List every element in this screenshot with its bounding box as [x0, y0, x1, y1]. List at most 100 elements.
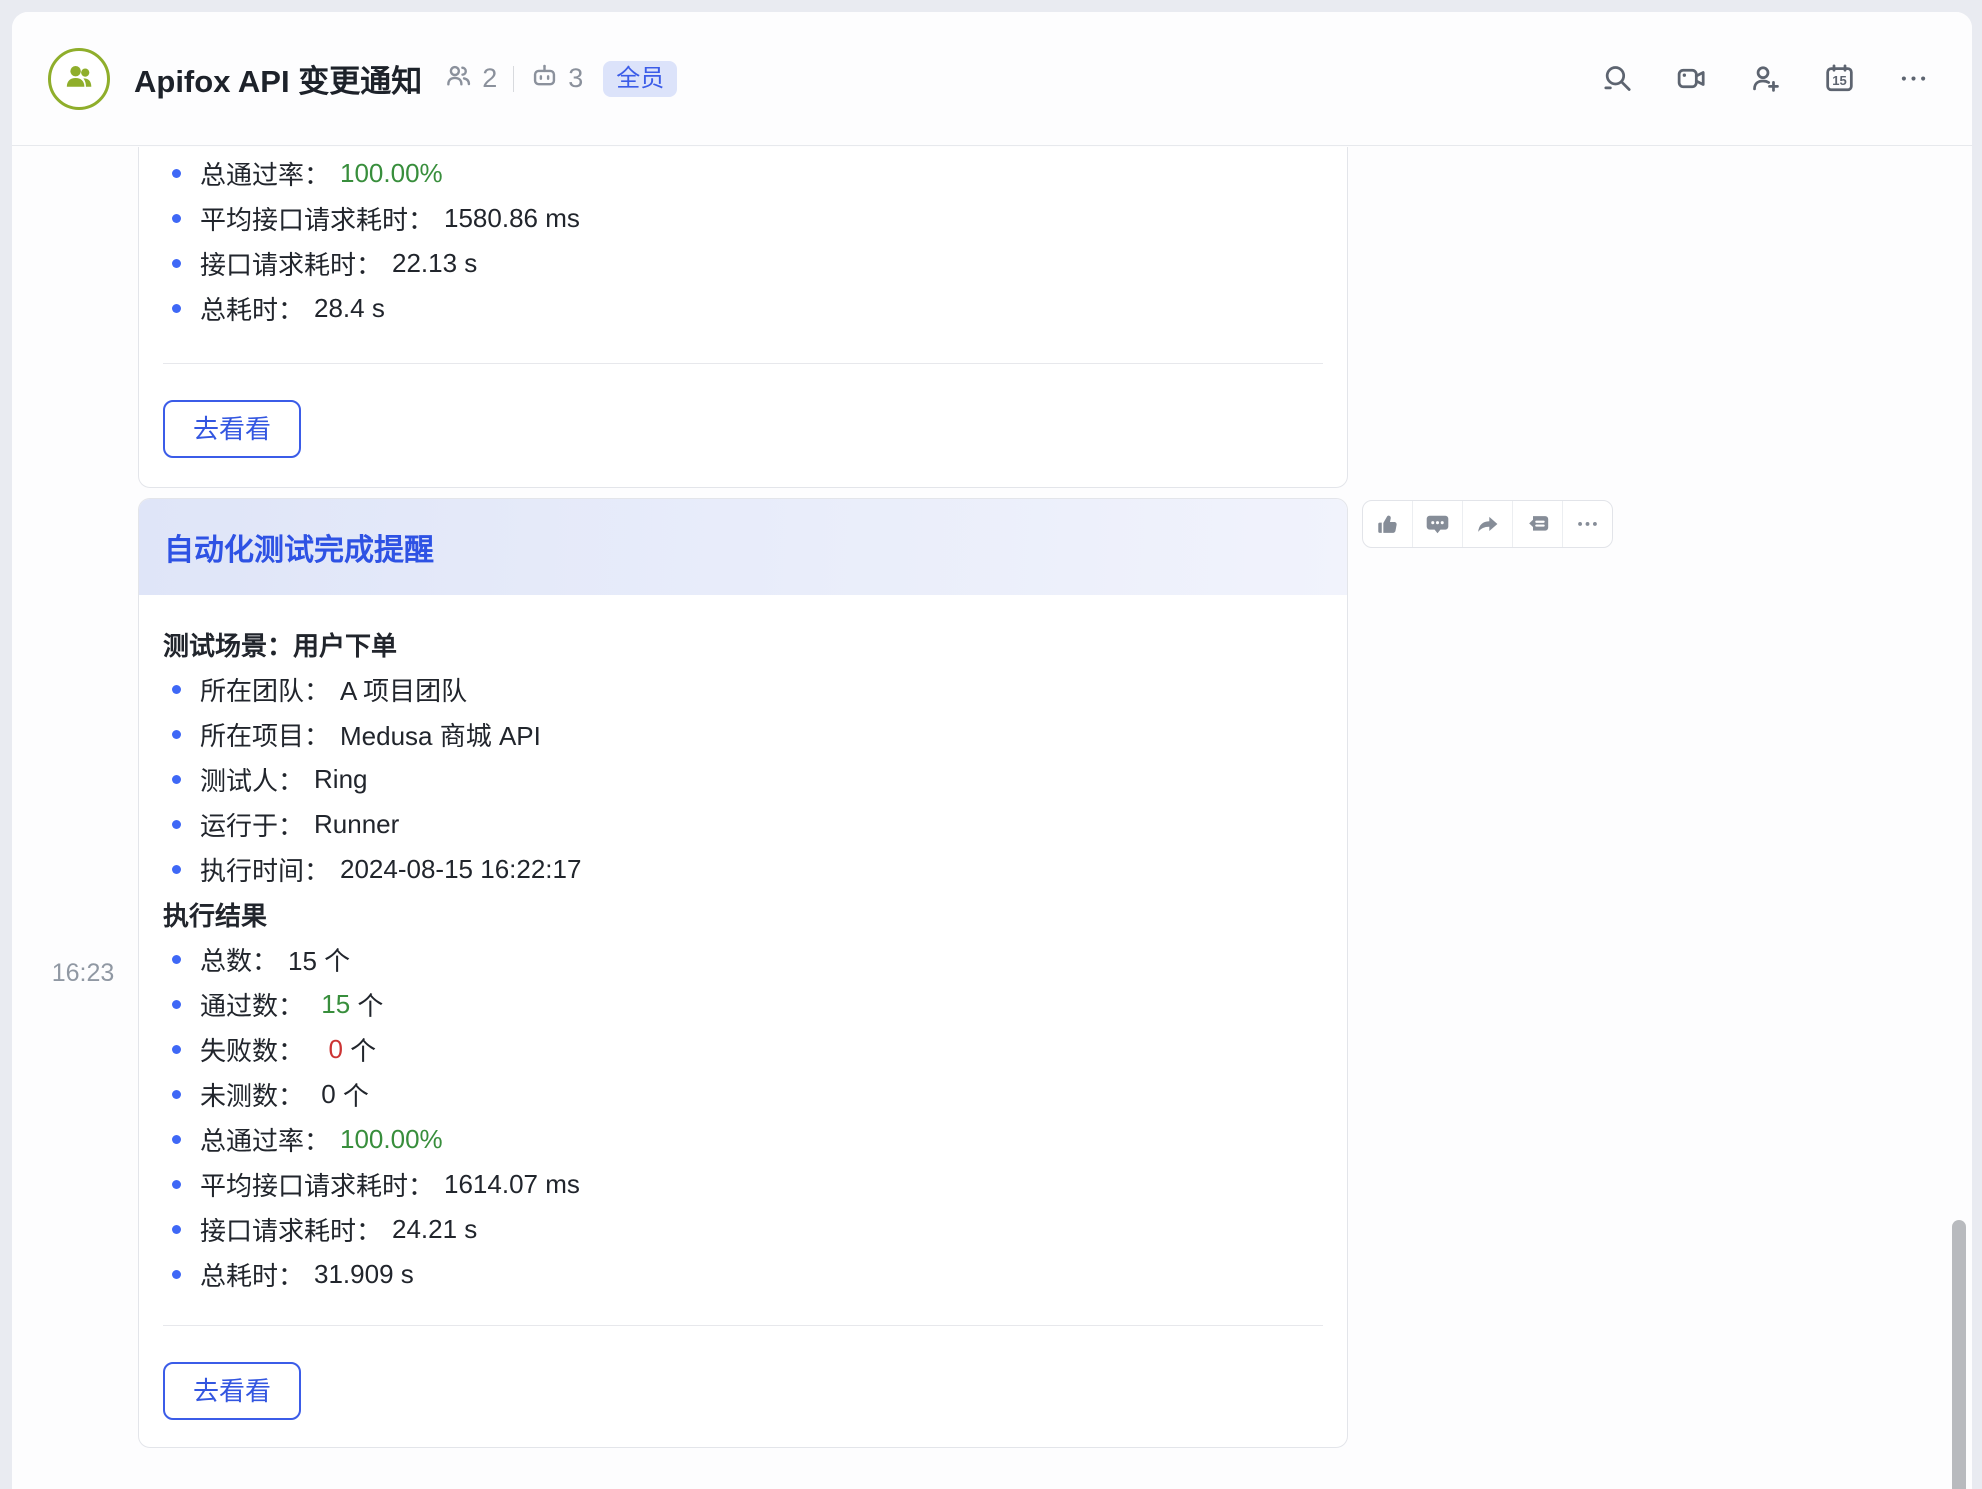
list-item: 平均接口请求耗时：1580.86 ms [163, 196, 1323, 241]
list-item: 平均接口请求耗时：1614.07 ms [163, 1162, 1323, 1207]
item-value: 15 个 [288, 941, 350, 978]
bot-count-value: 3 [568, 63, 583, 94]
list-item: 总耗时： 31.909 s [163, 1252, 1323, 1297]
item-label: 平均接口请求耗时： [200, 200, 434, 237]
group-people-icon [62, 59, 96, 98]
item-value-unit: 个 [350, 986, 383, 1023]
calendar-day-label: 15 [1832, 73, 1847, 88]
item-value: 28.4 s [314, 293, 385, 324]
item-value: 0 [314, 1034, 343, 1065]
message-list: 16:23 总通过率：100.00%平均接口请求耗时：1580.86 ms接口请… [12, 147, 1972, 1489]
quote-reply-icon[interactable] [1512, 501, 1562, 547]
more-icon[interactable] [1897, 62, 1930, 95]
result-list: 总通过率： 100.00% 平均接口请求耗时：1580.86 ms 接口请求耗时： 22… [163, 151, 1323, 331]
list-item: 所在团队： A 项目团队 [163, 667, 1323, 712]
item-label: 总通过率： [200, 155, 330, 192]
bullet-icon [172, 865, 181, 874]
chat-window: Apifox API 变更通知 2 [12, 12, 1972, 1489]
item-label: 所在项目： [200, 716, 330, 753]
list-item: 接口请求耗时： 22.13 s [163, 241, 1323, 286]
item-value: 100.00% [340, 158, 443, 189]
go-see-button[interactable]: 去看看 [163, 1362, 301, 1420]
item-value: 100.00% [340, 1124, 443, 1155]
list-item: 所在项目： Medusa 商城 API [163, 712, 1323, 757]
search-icon[interactable] [1601, 62, 1634, 95]
message-card-automation-test: 自动化测试完成提醒 测试场景：用户下单 所在团队： A 项目团队所在项目： Medu… [138, 498, 1348, 1448]
item-label: 所在团队： [200, 671, 330, 708]
info-list: 所在团队： A 项目团队所在项目： Medusa 商城 API 测试人： Ring 运行于… [163, 667, 1323, 892]
result-title: 执行结果 [163, 892, 1323, 937]
members-icon [444, 61, 473, 97]
item-value: 0 [314, 1079, 336, 1110]
message-timestamp: 16:23 [42, 959, 124, 988]
item-label: 接口请求耗时： [200, 1211, 382, 1248]
list-item: 通过数： 15 个 [163, 982, 1323, 1027]
forward-icon[interactable] [1462, 501, 1512, 547]
item-value: 15 [314, 989, 350, 1020]
thumbs-up-icon[interactable] [1363, 501, 1412, 547]
item-label: 接口请求耗时： [200, 245, 382, 282]
bullet-icon [172, 1000, 181, 1009]
list-item: 接口请求耗时：24.21 s [163, 1207, 1323, 1252]
list-item: 总通过率： 100.00% [163, 1117, 1323, 1162]
header-actions: 15 [1601, 62, 1930, 95]
bullet-icon [172, 685, 181, 694]
bot-count[interactable]: 3 [530, 61, 583, 97]
item-value: 1614.07 ms [444, 1169, 580, 1200]
message-hover-toolbar [1362, 500, 1613, 548]
more-icon[interactable] [1562, 501, 1612, 547]
bullet-icon [172, 955, 181, 964]
bullet-icon [172, 1045, 181, 1054]
member-count[interactable]: 2 [444, 61, 497, 97]
item-label: 总耗时： [200, 1256, 304, 1293]
bullet-icon [172, 169, 181, 178]
calendar-icon[interactable]: 15 [1823, 62, 1856, 95]
list-item: 未测数： 0 个 [163, 1072, 1323, 1117]
bullet-icon [172, 820, 181, 829]
item-value: 31.909 s [314, 1259, 414, 1290]
message-card-test-summary-top: 总通过率： 100.00% 平均接口请求耗时：1580.86 ms 接口请求耗时： 22… [138, 147, 1348, 488]
item-label: 总通过率： [200, 1121, 330, 1158]
item-value: A 项目团队 [340, 671, 467, 708]
scrollbar-thumb[interactable] [1952, 1220, 1966, 1489]
chat-meta: 2 3 [444, 61, 583, 97]
bullet-icon [172, 1270, 181, 1279]
item-value-unit: 个 [343, 1031, 376, 1068]
list-item: 总通过率： 100.00% [163, 151, 1323, 196]
robot-icon [530, 61, 559, 97]
chat-header: Apifox API 变更通知 2 [12, 12, 1972, 146]
item-value: Medusa 商城 API [340, 716, 541, 753]
item-value-unit: 个 [336, 1076, 369, 1113]
member-count-value: 2 [482, 63, 497, 94]
bullet-icon [172, 730, 181, 739]
item-value: Ring [314, 764, 367, 795]
list-item: 失败数： 0 个 [163, 1027, 1323, 1072]
list-item: 执行时间：2024-08-15 16:22:17 [163, 847, 1323, 892]
item-label: 失败数： [200, 1031, 304, 1068]
item-label: 测试人： [200, 761, 304, 798]
bullet-icon [172, 775, 181, 784]
bullet-icon [172, 1180, 181, 1189]
bullet-icon [172, 1090, 181, 1099]
comment-icon[interactable] [1412, 501, 1462, 547]
group-avatar[interactable] [48, 48, 110, 110]
chat-title: Apifox API 变更通知 [134, 56, 422, 101]
item-label: 未测数： [200, 1076, 304, 1113]
item-label: 运行于： [200, 806, 304, 843]
video-call-icon[interactable] [1675, 62, 1708, 95]
list-item: 运行于： Runner [163, 802, 1323, 847]
card-content: 测试场景：用户下单 所在团队： A 项目团队所在项目： Medusa 商城 API 测… [139, 595, 1347, 1420]
item-label: 通过数： [200, 986, 304, 1023]
item-value: Runner [314, 809, 399, 840]
card-header-band: 自动化测试完成提醒 [139, 499, 1347, 595]
go-see-button[interactable]: 去看看 [163, 400, 301, 458]
all-members-badge: 全员 [603, 61, 677, 97]
add-member-icon[interactable] [1749, 62, 1782, 95]
item-value: 2024-08-15 16:22:17 [340, 854, 581, 885]
item-label: 总耗时： [200, 290, 304, 327]
scene-title: 测试场景：用户下单 [163, 622, 1323, 667]
list-item: 总数：15 个 [163, 937, 1323, 982]
card-divider [163, 363, 1323, 364]
item-value: 22.13 s [392, 248, 477, 279]
list-item: 总耗时： 28.4 s [163, 286, 1323, 331]
